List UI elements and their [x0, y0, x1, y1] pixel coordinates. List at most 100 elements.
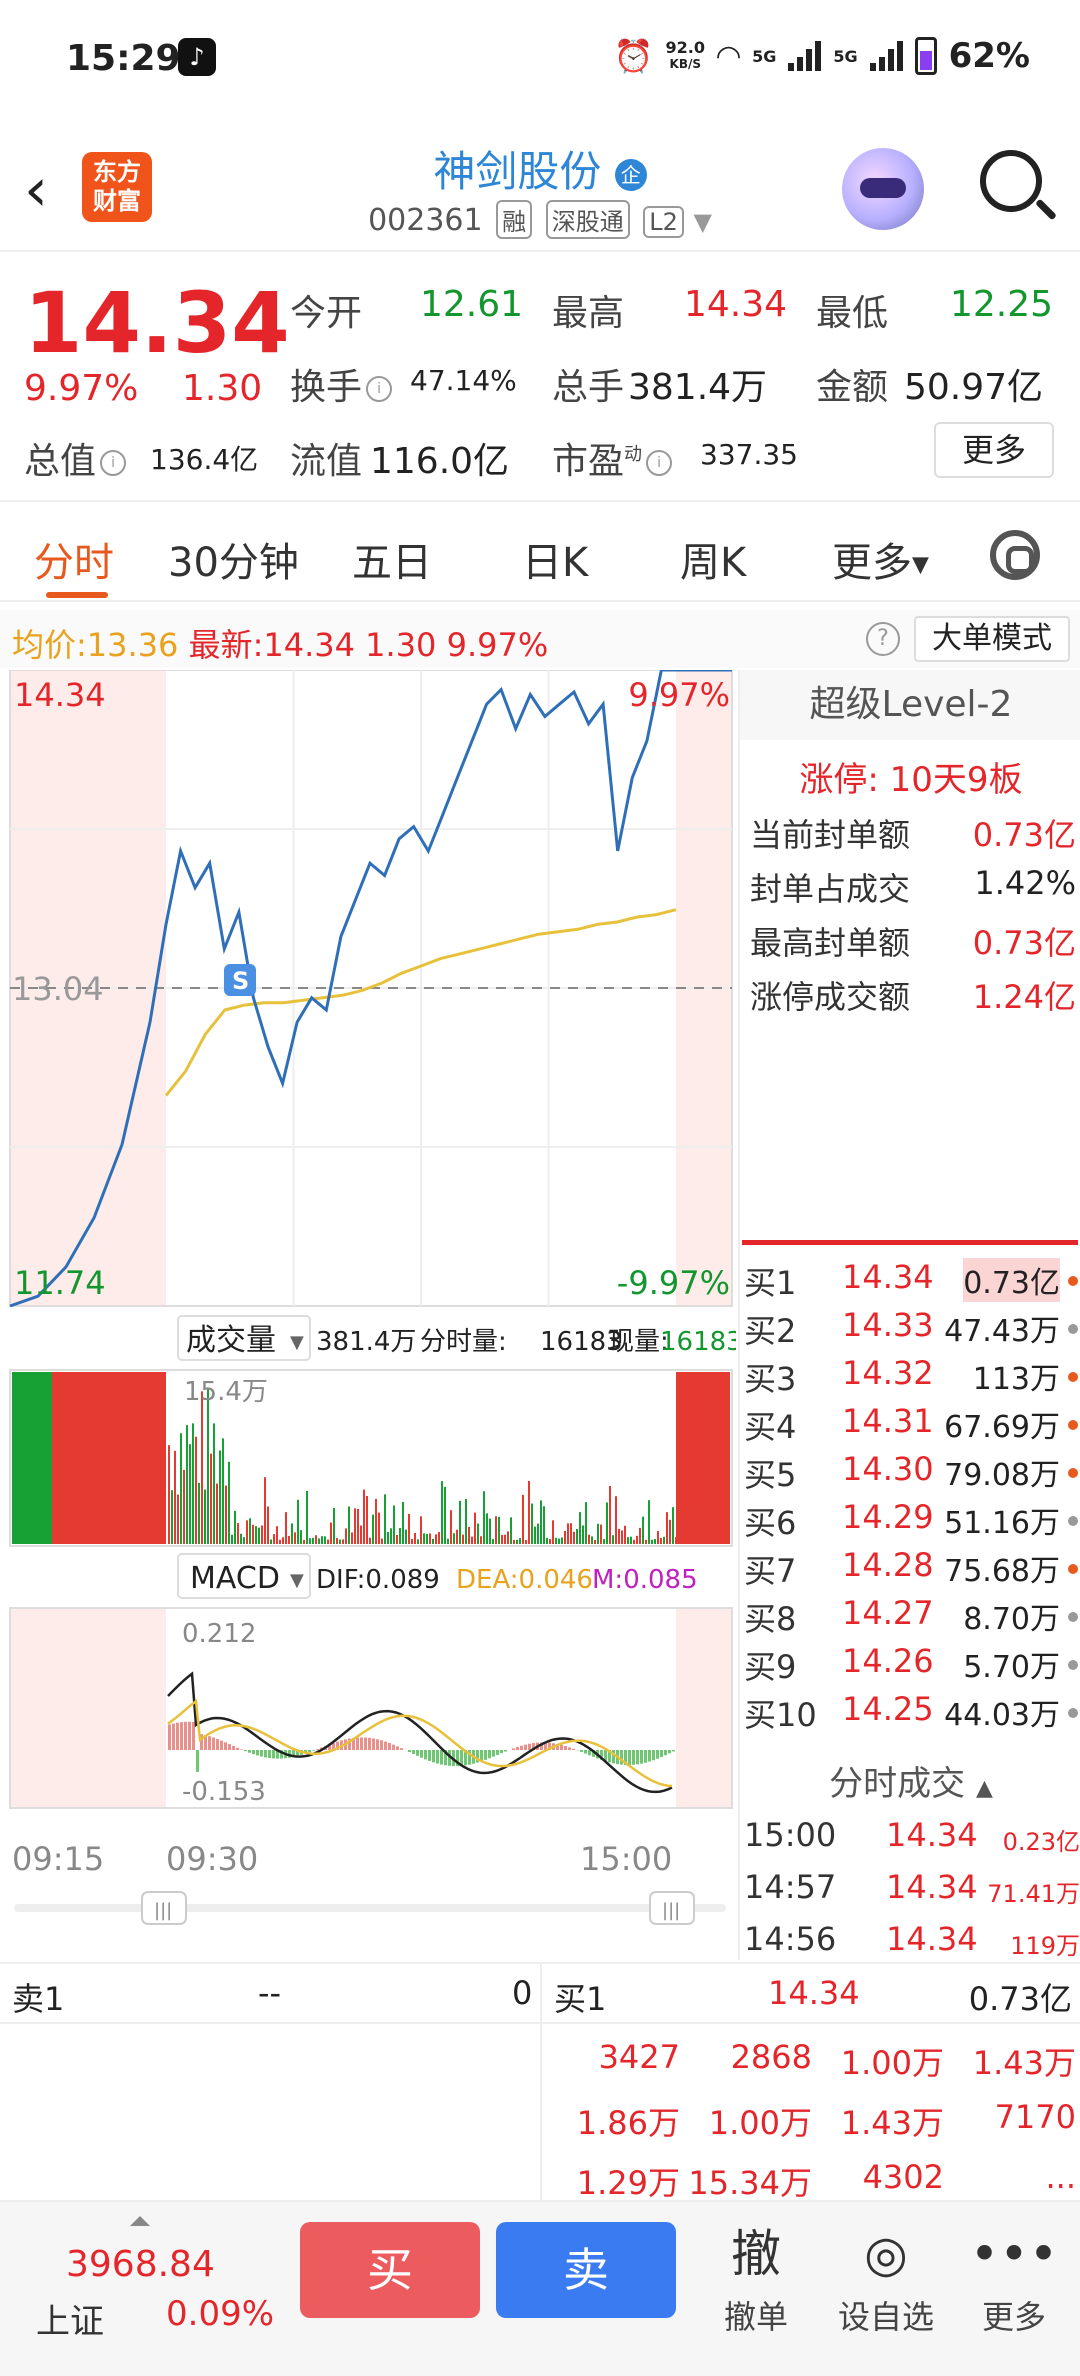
queue-order-cell: 1.29万 — [576, 2164, 680, 2202]
tab-daily[interactable]: 日K — [522, 530, 588, 588]
wifi-icon: ◠ — [717, 38, 741, 74]
buy-button[interactable]: 买 — [300, 2222, 480, 2318]
volume-bar — [12, 1372, 52, 1544]
macd-bar — [632, 1750, 635, 1765]
intraday-chart[interactable]: S 14.34 13.04 11.74 9.97% -9.97% 成交量 ▼ 3… — [0, 668, 743, 1960]
tab-intraday[interactable]: 分时 — [34, 530, 114, 588]
volume-bar — [612, 1535, 614, 1544]
macd-bar — [220, 1740, 223, 1750]
volume-bar — [618, 1528, 620, 1544]
bid-row[interactable]: 买10 14.25 44.03万 — [740, 1690, 1080, 1738]
volume-bar — [537, 1523, 539, 1544]
macd-bar — [196, 1750, 199, 1772]
bid-row[interactable]: 买1 14.34 0.73亿 — [740, 1258, 1080, 1306]
macd-bar — [212, 1737, 215, 1750]
info-icon[interactable]: i — [366, 376, 393, 402]
volume-bar — [300, 1530, 302, 1544]
bid-row[interactable]: 买5 14.30 79.08万 — [740, 1450, 1080, 1498]
status-time: 15:29 — [66, 38, 181, 79]
cancel-order-action[interactable]: 撤 撤单 — [696, 2224, 816, 2338]
search-icon[interactable] — [980, 150, 1042, 212]
range-scrollbar-track[interactable] — [14, 1904, 726, 1912]
sell-button[interactable]: 卖 — [496, 2222, 676, 2318]
volume-bar — [381, 1538, 383, 1544]
macd-bar — [408, 1750, 411, 1753]
bid-level: 买1 — [744, 1264, 797, 1302]
level2-panel: 超级Level-2 涨停: 10天9板 当前封单额 0.73亿 封单占成交 1.42%… — [738, 670, 1080, 1960]
macd-bar — [664, 1750, 667, 1756]
trades-title[interactable]: 分时成交 ▲ — [740, 1756, 1080, 1805]
volume-bar — [402, 1501, 404, 1544]
volume-bar — [174, 1450, 176, 1544]
gear-icon[interactable] — [990, 530, 1040, 580]
volume-bar — [216, 1483, 218, 1544]
bid-price: 14.32 — [842, 1354, 934, 1392]
bid-row[interactable]: 买2 14.33 47.43万 — [740, 1306, 1080, 1354]
macd-bar — [388, 1743, 391, 1750]
level2-title[interactable]: 超级Level-2 — [740, 670, 1080, 740]
grip-icon: ||| — [154, 1900, 172, 1921]
volume-bar — [543, 1506, 545, 1544]
chevron-down-icon[interactable]: ▼ — [693, 208, 711, 236]
bid-row[interactable]: 买4 14.31 67.69万 — [740, 1402, 1080, 1450]
pct-bottom-label: -9.97% — [617, 1264, 730, 1302]
bid-row[interactable]: 买8 14.27 8.70万 — [740, 1594, 1080, 1642]
assistant-robot-icon[interactable] — [842, 148, 924, 230]
bid-row[interactable]: 买7 14.28 75.68万 — [740, 1546, 1080, 1594]
help-icon[interactable]: ? — [866, 622, 900, 656]
volume-bar — [522, 1494, 524, 1544]
bid-volume: 75.68万 — [944, 1554, 1060, 1589]
index-value[interactable]: 3968.84 — [66, 2244, 215, 2285]
volume-bar — [519, 1538, 521, 1544]
bid-row[interactable]: 买3 14.32 113万 — [740, 1354, 1080, 1402]
volume-bar — [429, 1533, 431, 1544]
more-button[interactable]: 更多 — [934, 422, 1054, 478]
big-order-mode-button[interactable]: 大单模式 — [914, 616, 1070, 662]
info-icon[interactable]: i — [100, 450, 127, 476]
volume-bar — [249, 1518, 251, 1544]
sell1-row: 卖1 -- 0 — [0, 1964, 540, 2024]
volume-bar — [591, 1536, 593, 1544]
tab-30min[interactable]: 30分钟 — [168, 530, 299, 588]
bid-dot-icon — [1068, 1612, 1078, 1622]
level2-stat-value: 0.73亿 — [972, 924, 1076, 962]
volume-bar — [291, 1523, 293, 1544]
pe-value: 337.35 — [700, 438, 798, 471]
volume-bar — [627, 1537, 629, 1544]
more-label: 更多 — [981, 2298, 1046, 2336]
bid-row[interactable]: 买9 14.26 5.70万 — [740, 1642, 1080, 1690]
volume-bar — [567, 1523, 569, 1544]
macd-bar — [424, 1750, 427, 1760]
volume-bar — [303, 1539, 305, 1544]
volume-bar — [549, 1538, 551, 1544]
more-action[interactable]: ••• 更多 — [954, 2224, 1074, 2338]
queue-order-cell: 1.43万 — [972, 2044, 1076, 2082]
bid-price: 14.27 — [842, 1594, 934, 1632]
macd-bar — [412, 1750, 415, 1754]
level2-stat-label: 涨停成交额 — [750, 978, 911, 1016]
macd-bar — [492, 1750, 495, 1757]
chevron-up-icon[interactable] — [130, 2216, 150, 2226]
latest-pct: 9.97% — [446, 626, 549, 664]
macd-bar — [260, 1750, 263, 1757]
signal-icon-2 — [869, 41, 903, 71]
add-watchlist-action[interactable]: ◎ 设自选 — [826, 2224, 946, 2338]
volume-bar — [312, 1537, 314, 1544]
volume-bar — [171, 1490, 173, 1544]
turnover-label: 换手 i — [290, 358, 396, 410]
info-icon[interactable]: i — [646, 450, 673, 476]
tab-weekly[interactable]: 周K — [680, 530, 746, 588]
tab-5day[interactable]: 五日 — [352, 530, 432, 588]
bid-price: 14.25 — [842, 1690, 934, 1728]
tab-more[interactable]: 更多▼ — [832, 530, 929, 588]
amount-label: 金额 — [816, 367, 889, 408]
volume-bar — [501, 1534, 503, 1544]
macd-bar — [652, 1750, 655, 1761]
volume-bar — [357, 1508, 359, 1544]
macd-bottom-label: -0.153 — [182, 1777, 266, 1807]
volume-bar — [540, 1500, 542, 1544]
bid-level: 买4 — [744, 1408, 797, 1446]
queue-order-cell: 2868 — [730, 2038, 812, 2076]
volume-bar — [315, 1535, 317, 1544]
bid-row[interactable]: 买6 14.29 51.16万 — [740, 1498, 1080, 1546]
